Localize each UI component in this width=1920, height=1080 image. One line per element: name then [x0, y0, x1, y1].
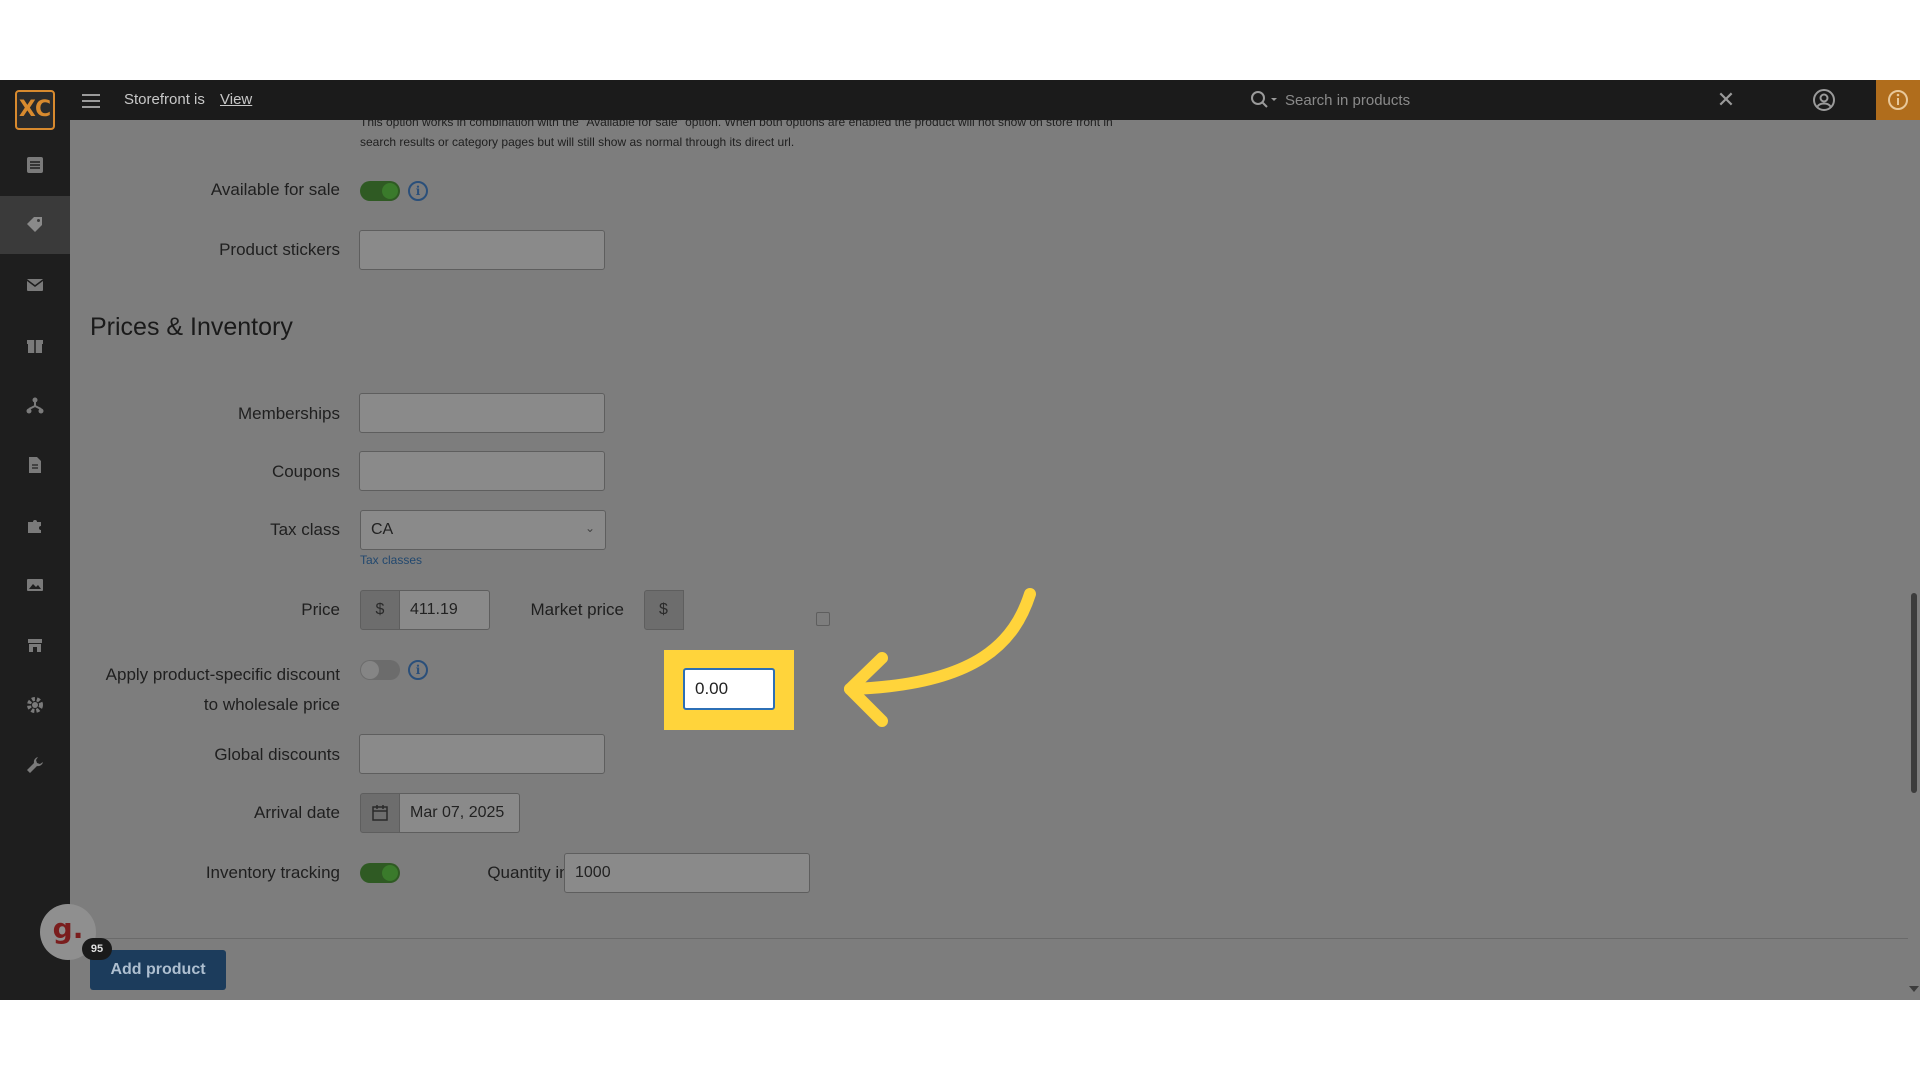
available-for-sale-label: Available for sale [210, 180, 340, 199]
sidebar-item-addons[interactable] [0, 496, 70, 554]
visibility-note: This option works in combination with th… [360, 120, 1240, 152]
search-icon[interactable] [1250, 90, 1278, 110]
wholesale-discount-toggle[interactable] [360, 660, 400, 680]
sidebar-item-media[interactable] [0, 556, 70, 614]
chevron-down-icon: ⌄ [584, 521, 595, 535]
inventory-tracking-label: Inventory tracking [205, 863, 340, 882]
arrival-date-input[interactable]: Mar 07, 2025 [399, 793, 520, 833]
sidebar-item-tools[interactable] [0, 736, 70, 794]
wrench-icon [27, 757, 43, 773]
store-icon [28, 639, 42, 652]
envelope-icon [26, 279, 44, 291]
quantity-in-stock-input[interactable]: 1000 [564, 853, 810, 893]
sidebar-item-products[interactable] [0, 196, 70, 254]
coupons-label: Coupons [271, 462, 340, 481]
price-currency-addon: $ [360, 590, 400, 630]
wholesale-discount-label-line1: Apply product-specific discount [105, 665, 340, 684]
app-logo[interactable]: XC [15, 90, 55, 130]
footer-divider [70, 938, 1908, 939]
user-account-icon[interactable] [1812, 88, 1836, 112]
coupons-field[interactable] [359, 451, 605, 491]
sidebar-item-catalog[interactable] [0, 136, 70, 194]
menu-icon[interactable] [82, 90, 100, 110]
page-scrollbar[interactable] [1908, 120, 1920, 1000]
pointer-arrow-icon [844, 588, 1036, 727]
gift-icon [27, 340, 43, 353]
available-for-sale-toggle[interactable] [360, 181, 400, 201]
document-icon [29, 457, 41, 473]
scrollbar-thumb[interactable] [1911, 593, 1917, 793]
info-icon [1888, 90, 1908, 110]
global-discounts-label: Global discounts [214, 745, 340, 764]
sidebar-item-messages[interactable] [0, 256, 70, 314]
add-product-button[interactable]: Add product [90, 950, 226, 990]
puzzle-icon [28, 520, 41, 533]
sidebar-item-settings[interactable] [0, 676, 70, 734]
image-icon [27, 579, 43, 591]
section-title: Prices & Inventory [90, 313, 293, 341]
product-stickers-field[interactable] [359, 230, 605, 270]
tag-icon [27, 217, 42, 232]
global-discounts-field[interactable] [359, 734, 605, 774]
tax-class-label: Tax class [270, 520, 340, 539]
scroll-down-arrow-icon[interactable] [1909, 986, 1919, 992]
gear-icon [27, 697, 43, 713]
market-price-currency-addon: $ [644, 590, 684, 630]
top-bar: Storefront is View ✕ [0, 80, 1920, 120]
sidebar-item-store[interactable] [0, 616, 70, 674]
tax-class-value: CA [371, 521, 394, 538]
guide-widget-count-badge: 95 [82, 938, 112, 960]
product-form: This option works in combination with th… [70, 120, 1908, 958]
visibility-note-line2: search results or category pages but wil… [360, 135, 795, 149]
network-icon [26, 397, 44, 414]
storefront-status-label: Storefront is [124, 91, 205, 108]
sidebar-item-promotions[interactable] [0, 316, 70, 374]
calendar-icon[interactable] [360, 793, 400, 833]
product-stickers-label: Product stickers [219, 240, 340, 259]
quantity-in-stock-value: 1000 [575, 864, 611, 881]
close-icon[interactable]: ✕ [1715, 89, 1737, 111]
arrival-date-value: Mar 07, 2025 [410, 804, 505, 821]
available-for-sale-info-icon[interactable]: i [408, 181, 428, 201]
wholesale-discount-label: Apply product-specific discount to whole… [90, 660, 340, 720]
sidebar-item-network[interactable] [0, 376, 70, 434]
wholesale-discount-label-line2: to wholesale price [203, 695, 340, 714]
memberships-field[interactable] [359, 393, 605, 433]
sidebar-item-content[interactable] [0, 436, 70, 494]
tax-class-select[interactable]: CA ⌄ [360, 510, 606, 550]
tax-classes-link[interactable]: Tax classes [360, 553, 422, 567]
market-price-label: Market price [530, 600, 624, 619]
wholesale-discount-info-icon[interactable]: i [408, 660, 428, 680]
price-input[interactable]: 411.19 [399, 590, 490, 630]
memberships-label: Memberships [237, 404, 340, 423]
inventory-tracking-toggle[interactable] [360, 863, 400, 883]
arrival-date-label: Arrival date [254, 803, 340, 822]
sidebar [0, 120, 70, 1000]
market-price-input[interactable] [683, 668, 775, 710]
price-label: Price [301, 600, 340, 619]
price-value: 411.19 [410, 601, 458, 618]
info-panel-button[interactable] [1876, 80, 1920, 120]
visibility-note-line1: This option works in combination with th… [360, 120, 1113, 129]
market-price-checkbox[interactable] [816, 612, 830, 626]
list-icon [27, 157, 43, 173]
app-window: Storefront is View ✕ [0, 80, 1920, 1000]
search-input[interactable] [1285, 86, 1705, 114]
storefront-view-link[interactable]: View [220, 91, 252, 108]
